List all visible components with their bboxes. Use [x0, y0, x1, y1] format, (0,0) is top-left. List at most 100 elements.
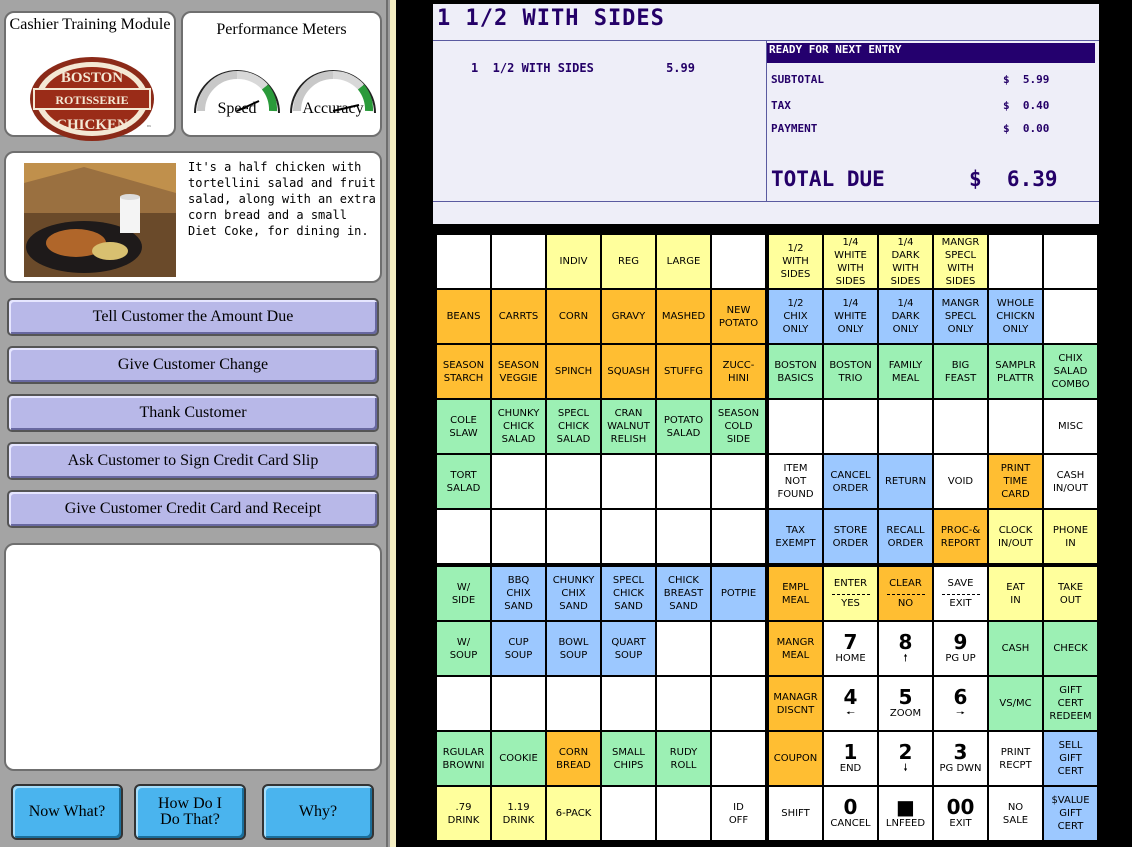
key-zucchini[interactable]: ZUCC- HINI [711, 344, 766, 399]
key-chunky-chix-sand[interactable]: CHUNKY CHIX SAND [546, 566, 601, 621]
key-cookie[interactable]: COOKIE [491, 731, 546, 786]
key-small-chips[interactable]: SMALL CHIPS [601, 731, 656, 786]
key-w-side[interactable]: W/ SIDE [436, 566, 491, 621]
key-family-meal[interactable]: FAMILY MEAL [878, 344, 933, 399]
key-phone-in[interactable]: PHONE IN [1043, 509, 1098, 564]
key-gravy[interactable]: GRAVY [601, 289, 656, 344]
why-button[interactable]: Why? [262, 784, 374, 840]
key-boston-trio[interactable]: BOSTON TRIO [823, 344, 878, 399]
key-print-recpt[interactable]: PRINT RECPT [988, 731, 1043, 786]
key-clock-in-out[interactable]: CLOCK IN/OUT [988, 509, 1043, 564]
key-shift[interactable]: SHIFT [768, 786, 823, 841]
key-rudy-roll[interactable]: RUDY ROLL [656, 731, 711, 786]
key-bbq-chix-sand[interactable]: BBQ CHIX SAND [491, 566, 546, 621]
key-corn[interactable]: CORN [546, 289, 601, 344]
key-key-4[interactable]: 4 🠔 [823, 676, 878, 731]
key-beans[interactable]: BEANS [436, 289, 491, 344]
key-save-exit[interactable]: SAVE EXIT [933, 566, 988, 621]
key-drink-79[interactable]: .79 DRINK [436, 786, 491, 841]
key-quarter-white-with-sides[interactable]: 1/4 WHITE WITH SIDES [823, 234, 878, 289]
key-key-1[interactable]: 1 END [823, 731, 878, 786]
key-six-pack[interactable]: 6-PACK [546, 786, 601, 841]
task-tell-amount-due-button[interactable]: Tell Customer the Amount Due [7, 298, 379, 336]
key-check[interactable]: CHECK [1043, 621, 1098, 676]
key-value-gift-cert[interactable]: $VALUE GIFT CERT [1043, 786, 1098, 841]
key-whole-chickn-only[interactable]: WHOLE CHICKN ONLY [988, 289, 1043, 344]
key-cancel-order[interactable]: CANCEL ORDER [823, 454, 878, 509]
key-key-00[interactable]: 00 EXIT [933, 786, 988, 841]
key-indiv[interactable]: INDIV [546, 234, 601, 289]
key-mangr-specl-only[interactable]: MANGR SPECL ONLY [933, 289, 988, 344]
key-big-feast[interactable]: BIG FEAST [933, 344, 988, 399]
key-cran-walnut-relish[interactable]: CRAN WALNUT RELISH [601, 399, 656, 454]
key-mangr-specl-with-sides[interactable]: MANGR SPECL WITH SIDES [933, 234, 988, 289]
key-mashed[interactable]: MASHED [656, 289, 711, 344]
key-key-6[interactable]: 6 🠖 [933, 676, 988, 731]
key-mangr-meal[interactable]: MANGR MEAL [768, 621, 823, 676]
key-empl-meal[interactable]: EMPL MEAL [768, 566, 823, 621]
task-give-card-receipt-button[interactable]: Give Customer Credit Card and Receipt [7, 490, 379, 528]
key-print-time-card[interactable]: PRINT TIME CARD [988, 454, 1043, 509]
task-thank-customer-button[interactable]: Thank Customer [7, 394, 379, 432]
key-reg[interactable]: REG [601, 234, 656, 289]
key-take-out[interactable]: TAKE OUT [1043, 566, 1098, 621]
key-eat-in[interactable]: EAT IN [988, 566, 1043, 621]
key-samplr-plattr[interactable]: SAMPLR PLATTR [988, 344, 1043, 399]
key-sell-gift-cert[interactable]: SELL GIFT CERT [1043, 731, 1098, 786]
key-specl-chick-sand[interactable]: SPECL CHICK SAND [601, 566, 656, 621]
task-give-change-button[interactable]: Give Customer Change [7, 346, 379, 384]
key-key-3[interactable]: 3 PG DWN [933, 731, 988, 786]
key-proc-report[interactable]: PROC-& REPORT [933, 509, 988, 564]
key-season-starch[interactable]: SEASON STARCH [436, 344, 491, 399]
key-quarter-dark-with-sides[interactable]: 1/4 DARK WITH SIDES [878, 234, 933, 289]
key-season-veggie[interactable]: SEASON VEGGIE [491, 344, 546, 399]
key-key-2[interactable]: 2 🠗 [878, 731, 933, 786]
key-new-potato[interactable]: NEW POTATO [711, 289, 766, 344]
key-item-not-found[interactable]: ITEM NOT FOUND [768, 454, 823, 509]
key-no-sale[interactable]: NO SALE [988, 786, 1043, 841]
key-carrts[interactable]: CARRTS [491, 289, 546, 344]
key-half-chix-only[interactable]: 1/2 CHIX ONLY [768, 289, 823, 344]
key-tort-salad[interactable]: TORT SALAD [436, 454, 491, 509]
now-what-button[interactable]: Now What? [11, 784, 123, 840]
key-chunky-chick-salad[interactable]: CHUNKY CHICK SALAD [491, 399, 546, 454]
how-do-i-button[interactable]: How Do I Do That? [134, 784, 246, 840]
key-store-order[interactable]: STORE ORDER [823, 509, 878, 564]
key-key-dot[interactable]: ■ LNFEED [878, 786, 933, 841]
key-recall-order[interactable]: RECALL ORDER [878, 509, 933, 564]
key-gift-cert-redeem[interactable]: GIFT CERT REDEEM [1043, 676, 1098, 731]
key-key-9[interactable]: 9 PG UP [933, 621, 988, 676]
key-key-5[interactable]: 5 ZOOM [878, 676, 933, 731]
key-large[interactable]: LARGE [656, 234, 711, 289]
key-quarter-dark-only[interactable]: 1/4 DARK ONLY [878, 289, 933, 344]
key-managr-discnt[interactable]: MANAGR DISCNT [768, 676, 823, 731]
key-squash[interactable]: SQUASH [601, 344, 656, 399]
key-rgular-browni[interactable]: RGULAR BROWNI [436, 731, 491, 786]
key-cole-slaw[interactable]: COLE SLAW [436, 399, 491, 454]
key-drink-119[interactable]: 1.19 DRINK [491, 786, 546, 841]
key-void[interactable]: VOID [933, 454, 988, 509]
key-chix-salad-combo[interactable]: CHIX SALAD COMBO [1043, 344, 1098, 399]
key-quarter-white-only[interactable]: 1/4 WHITE ONLY [823, 289, 878, 344]
key-quart-soup[interactable]: QUART SOUP [601, 621, 656, 676]
key-return[interactable]: RETURN [878, 454, 933, 509]
key-key-8[interactable]: 8 🠕 [878, 621, 933, 676]
key-id-off[interactable]: ID OFF [711, 786, 766, 841]
key-stuffg[interactable]: STUFFG [656, 344, 711, 399]
key-cash[interactable]: CASH [988, 621, 1043, 676]
key-specl-chick-salad[interactable]: SPECL CHICK SALAD [546, 399, 601, 454]
key-misc[interactable]: MISC [1043, 399, 1098, 454]
key-key-0[interactable]: 0 CANCEL [823, 786, 878, 841]
key-chick-breast-sand[interactable]: CHICK BREAST SAND [656, 566, 711, 621]
key-season-cold-side[interactable]: SEASON COLD SIDE [711, 399, 766, 454]
key-potpie[interactable]: POTPIE [711, 566, 766, 621]
task-sign-credit-slip-button[interactable]: Ask Customer to Sign Credit Card Slip [7, 442, 379, 480]
key-half-with-sides[interactable]: 1/2 WITH SIDES [768, 234, 823, 289]
key-bowl-soup[interactable]: BOWL SOUP [546, 621, 601, 676]
key-boston-basics[interactable]: BOSTON BASICS [768, 344, 823, 399]
key-cup-soup[interactable]: CUP SOUP [491, 621, 546, 676]
key-corn-bread[interactable]: CORN BREAD [546, 731, 601, 786]
key-potato-salad[interactable]: POTATO SALAD [656, 399, 711, 454]
key-w-soup[interactable]: W/ SOUP [436, 621, 491, 676]
key-enter-yes[interactable]: ENTER YES [823, 566, 878, 621]
